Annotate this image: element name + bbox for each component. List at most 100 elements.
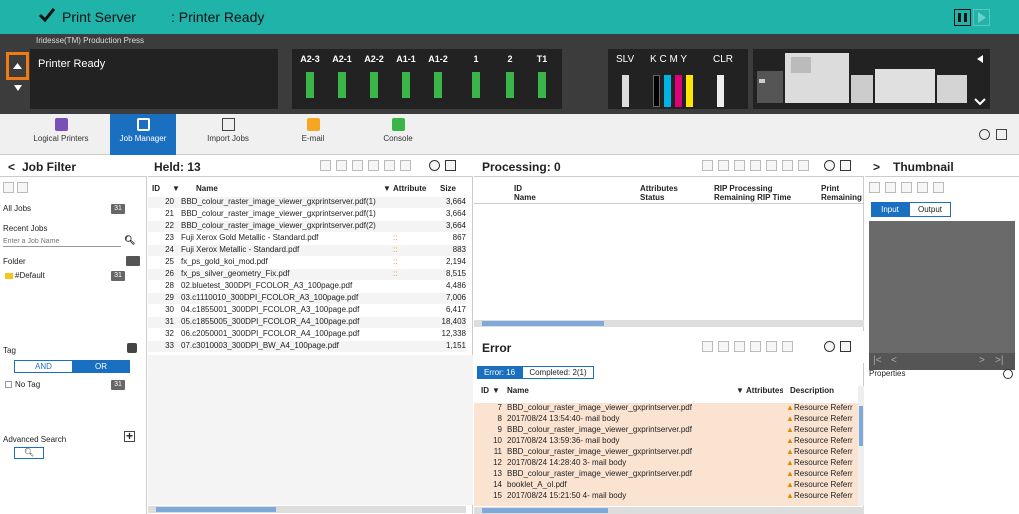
table-row[interactable]: 12 2017/08/24 14:28:40 3- mail body ▲ Resou… [474, 458, 858, 469]
held-preview-icon[interactable] [368, 160, 379, 171]
err-col-id[interactable]: ID [481, 386, 489, 395]
pause-button[interactable] [954, 9, 971, 26]
held-horizontal-scrollbar[interactable] [148, 506, 466, 513]
job-name-input[interactable] [3, 238, 103, 245]
thumb-close-icon[interactable] [901, 182, 912, 193]
proc-col-rip[interactable]: RIP Processing [714, 184, 773, 193]
proc-settings-icon[interactable] [824, 160, 835, 171]
proc-top-icon[interactable] [734, 160, 745, 171]
error-tab[interactable]: Error: 16 [477, 366, 522, 379]
err-col-description[interactable]: Description [790, 386, 834, 395]
table-row[interactable]: 33 07.c3010003_300DPI_BW_A4_100page.pdf 1,… [148, 341, 466, 352]
search-icon[interactable]: 🔍︎ [124, 235, 135, 246]
held-col-size[interactable]: Size [440, 184, 456, 193]
all-jobs-item[interactable]: All Jobs [3, 204, 31, 213]
filter-icon[interactable]: ▼ [736, 386, 744, 395]
completed-tab[interactable]: Completed: 2(1) [522, 366, 594, 379]
default-folder-item[interactable]: #Default [15, 271, 45, 280]
table-row[interactable]: 25 fx_ps_gold_koi_mod.pdf:: 2,194 [148, 257, 466, 268]
held-grid-icon[interactable] [445, 160, 456, 171]
filter-icon[interactable]: ▼ [383, 184, 391, 193]
error-horizontal-scrollbar[interactable] [474, 507, 864, 514]
table-row[interactable]: 22 BBD_colour_raster_image_viewer_gxprint… [148, 221, 466, 232]
proc-undo-icon[interactable] [702, 160, 713, 171]
folder-settings-icon[interactable] [126, 256, 140, 266]
err-col-name[interactable]: Name [507, 386, 529, 395]
refresh-icon[interactable] [17, 182, 28, 193]
proc-col-rip-time[interactable]: Remaining RIP Time [714, 193, 791, 202]
table-row[interactable]: 28 02.bluetest_300DPI_FCOLOR_A3_100page.p… [148, 281, 466, 292]
held-col-attributes[interactable]: Attributes [393, 184, 427, 193]
proc-grid-icon[interactable] [840, 160, 851, 171]
tab-import-jobs[interactable]: Import Jobs [195, 114, 261, 155]
proc-col-attributes[interactable]: Attributes [640, 184, 678, 193]
thumb-play-icon[interactable] [869, 182, 880, 193]
expand-status-button[interactable] [6, 52, 29, 80]
proc-up-icon[interactable] [750, 160, 761, 171]
table-row[interactable]: 8 2017/08/24 13:54:40- mail body ▲ Resource… [474, 414, 858, 425]
input-tab[interactable]: Input [871, 202, 909, 217]
proc-delete-icon[interactable] [782, 160, 793, 171]
table-row[interactable]: 14 booklet_A_ol.pdf ▲ Resource Referr [474, 480, 858, 491]
err-col-attributes[interactable]: Attributes [746, 386, 783, 395]
table-row[interactable]: 31 05.c1855005_300DPI_FCOLOR_A4_100page.p… [148, 317, 466, 328]
err-settings-icon[interactable] [824, 341, 835, 352]
proc-down-icon[interactable] [766, 160, 777, 171]
held-col-name[interactable]: Name [196, 184, 218, 193]
proc-col-id[interactable]: ID [514, 184, 522, 193]
table-row[interactable]: 10 2017/08/24 13:59:36- mail body ▲ Resourc… [474, 436, 858, 447]
proc-copy-icon[interactable] [718, 160, 729, 171]
table-row[interactable]: 30 04.c1855001_300DPI_FCOLOR_A3_100page.p… [148, 305, 466, 316]
last-page-icon[interactable]: >| [995, 355, 1003, 366]
table-row[interactable]: 29 03.c1110010_300DPI_FCOLOR_A3_100page.p… [148, 293, 466, 304]
err-preview-icon[interactable] [750, 341, 761, 352]
forward-chevron-icon[interactable]: > [873, 160, 880, 174]
held-copy-icon[interactable] [336, 160, 347, 171]
first-page-icon[interactable]: |< [873, 355, 881, 366]
err-copy-icon[interactable] [718, 341, 729, 352]
and-button[interactable]: AND [15, 361, 72, 372]
tag-icon[interactable] [127, 343, 137, 353]
table-row[interactable]: 26 fx_ps_silver_geometry_Fix.pdf:: 8,515 [148, 269, 466, 280]
table-row[interactable]: 21 BBD_colour_raster_image_viewer_gxprint… [148, 209, 466, 220]
err-grid-icon[interactable] [840, 341, 851, 352]
proc-col-print[interactable]: Print [821, 184, 839, 193]
err-play-icon[interactable] [702, 341, 713, 352]
proc-col-remaining[interactable]: Remaining [821, 193, 862, 202]
error-vertical-scrollbar[interactable] [858, 386, 864, 506]
table-row[interactable]: 20 BBD_colour_raster_image_viewer_gxprint… [148, 197, 466, 208]
held-more-icon[interactable] [400, 160, 411, 171]
filter-list-icon[interactable] [3, 182, 14, 193]
thumb-list-icon[interactable] [885, 182, 896, 193]
properties-settings-icon[interactable] [1003, 369, 1013, 379]
thumb-edit-icon[interactable] [917, 182, 928, 193]
err-delete-icon[interactable] [766, 341, 777, 352]
prev-page-icon[interactable]: < [891, 355, 897, 366]
table-row[interactable]: 9 BBD_colour_raster_image_viewer_gxprints… [474, 425, 858, 436]
held-edit-icon[interactable] [352, 160, 363, 171]
proc-col-name[interactable]: Name [514, 193, 536, 202]
held-play-icon[interactable] [320, 160, 331, 171]
table-row[interactable]: 15 2017/08/24 15:21:50 4- mail body ▲ Resou… [474, 491, 858, 502]
resume-button[interactable] [973, 9, 990, 26]
table-row[interactable]: 7 BBD_colour_raster_image_viewer_gxprints… [474, 403, 858, 414]
held-settings-icon[interactable] [429, 160, 440, 171]
table-row[interactable]: 24 Fuji Xerox Metallic - Standard.pdf:: 88… [148, 245, 466, 256]
proc-more-icon[interactable] [798, 160, 809, 171]
or-button[interactable]: OR [72, 361, 130, 372]
table-row[interactable]: 13 BBD_colour_raster_image_viewer_gxprint… [474, 469, 858, 480]
tab-job-manager[interactable]: Job Manager [110, 114, 176, 155]
add-icon[interactable]: + [124, 430, 135, 442]
tab-email[interactable]: E-mail [280, 114, 346, 155]
err-more-icon[interactable] [782, 341, 793, 352]
back-chevron-icon[interactable]: < [8, 160, 15, 174]
thumb-image-icon[interactable] [933, 182, 944, 193]
tab-console[interactable]: Console [365, 114, 431, 155]
advanced-search-button[interactable]: 🔍︎ [14, 447, 44, 459]
grid-icon[interactable] [996, 129, 1007, 140]
filter-icon[interactable]: ▼ [172, 184, 180, 193]
settings-circle-icon[interactable] [979, 129, 990, 140]
err-edit-icon[interactable] [734, 341, 745, 352]
table-row[interactable]: 11 BBD_colour_raster_image_viewer_gxprint… [474, 447, 858, 458]
table-row[interactable]: 23 Fuji Xerox Gold Metallic - Standard.pd… [148, 233, 466, 244]
